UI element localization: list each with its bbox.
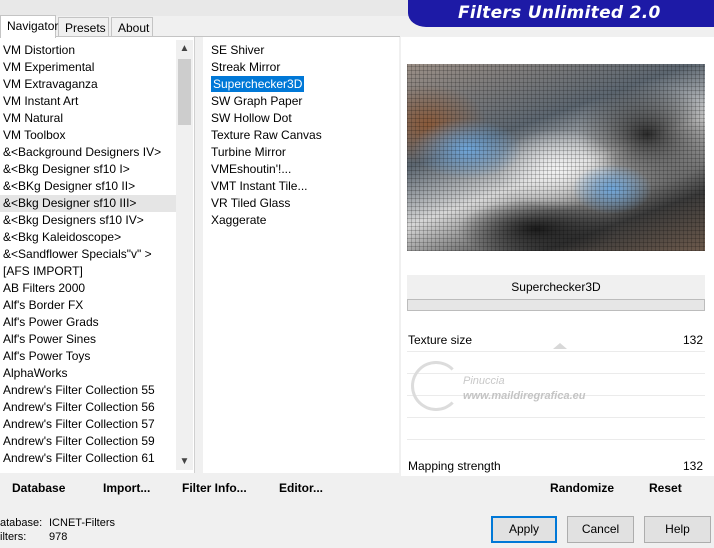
category-item[interactable]: Andrew's Filter Collection 59 [0, 433, 176, 450]
category-item[interactable]: VM Extravaganza [0, 76, 176, 93]
category-item[interactable]: AlphaWorks [0, 365, 176, 382]
filter-item[interactable]: Streak Mirror [203, 59, 399, 76]
category-item[interactable]: Alf's Power Toys [0, 348, 176, 365]
reset-button[interactable]: Reset [649, 481, 682, 495]
filter-items: SE Shiver Streak Mirror Superchecker3D SW G… [203, 42, 399, 229]
category-item[interactable]: VM Natural [0, 110, 176, 127]
filter-info-button[interactable]: Filter Info... [182, 481, 247, 495]
category-list[interactable]: VM Distortion VM Experimental VM Extravaga… [0, 37, 195, 473]
filter-item[interactable]: SE Shiver [203, 42, 399, 59]
category-item[interactable]: Andrew's Filter Collection 56 [0, 399, 176, 416]
help-button[interactable]: Help [644, 516, 711, 543]
control-texture-size[interactable]: Texture size 132 [407, 331, 705, 349]
app-title: Filters Unlimited 2.0 [458, 3, 661, 23]
watermark-swirl-icon [411, 361, 461, 411]
category-item[interactable]: VM Instant Art [0, 93, 176, 110]
cancel-button[interactable]: Cancel [567, 516, 634, 543]
database-button[interactable]: Database [12, 481, 65, 495]
control-label: Mapping strength [408, 459, 501, 473]
category-item[interactable]: VM Experimental [0, 59, 176, 76]
control-value: 132 [682, 333, 703, 347]
scroll-up-icon[interactable]: ▲ [176, 40, 193, 57]
randomize-button[interactable]: Randomize [550, 481, 614, 495]
category-item[interactable]: Alf's Border FX [0, 297, 176, 314]
filters-count-value: 978 [49, 531, 68, 543]
filter-controls: Texture size 132 Pinuccia www.maildiregr… [407, 331, 705, 475]
scroll-thumb[interactable] [178, 59, 191, 125]
database-label: atabase: [0, 517, 43, 529]
filter-item-label: Superchecker3D [211, 76, 305, 92]
filter-item[interactable]: VR Tiled Glass [203, 195, 399, 212]
category-item[interactable]: &<Bkg Kaleidoscope> [0, 229, 176, 246]
category-item[interactable]: &<Background Designers IV> [0, 144, 176, 161]
editor-button[interactable]: Editor... [279, 481, 323, 495]
control-label: Texture size [408, 333, 473, 347]
control-value: 132 [682, 459, 703, 473]
control-mapping-strength[interactable]: Mapping strength 132 [407, 457, 705, 475]
category-item[interactable]: Andrew's Filter Collection 57 [0, 416, 176, 433]
preview-panel: Superchecker3D Texture size 132 Pinuccia… [401, 37, 714, 503]
category-items: VM Distortion VM Experimental VM Extravaga… [0, 42, 176, 467]
category-item[interactable]: [AFS IMPORT] [0, 263, 176, 280]
category-item[interactable]: VM Distortion [0, 42, 176, 59]
watermark-line2: www.maildiregrafica.eu [463, 390, 586, 402]
slider-indicator-icon[interactable] [553, 343, 567, 349]
watermark-line1: Pinuccia [463, 375, 505, 387]
preview-image [407, 64, 705, 251]
category-item[interactable]: &<BKg Designer sf10 II> [0, 178, 176, 195]
category-item[interactable]: Andrew's Filter Collection 61 [0, 450, 176, 467]
filter-item[interactable]: Xaggerate [203, 212, 399, 229]
filter-name-label: Superchecker3D [407, 275, 705, 299]
filter-item[interactable]: SW Hollow Dot [203, 110, 399, 127]
preview-texture [407, 64, 705, 251]
title-banner: Filters Unlimited 2.0 [408, 0, 714, 32]
tab-presets[interactable]: Presets [58, 17, 109, 37]
filter-item[interactable]: VMEshoutin'!... [203, 161, 399, 178]
scroll-down-icon[interactable]: ▼ [176, 453, 193, 470]
category-item[interactable]: AB Filters 2000 [0, 280, 176, 297]
category-item[interactable]: &<Bkg Designer sf10 III> [0, 195, 176, 212]
category-item[interactable]: Alf's Power Sines [0, 331, 176, 348]
filters-count-label: ilters: [0, 531, 27, 543]
category-item[interactable]: &<Bkg Designer sf10 I> [0, 161, 176, 178]
category-scrollbar[interactable]: ▲ ▼ [176, 40, 193, 470]
tab-navigator[interactable]: Navigator [0, 15, 58, 38]
filter-item[interactable]: VMT Instant Tile... [203, 178, 399, 195]
category-item[interactable]: &<Sandflower Specials"v" > [0, 246, 176, 263]
right-toolbar: Randomize Reset [401, 476, 714, 503]
progress-bar [407, 299, 705, 311]
import-button[interactable]: Import... [103, 481, 150, 495]
control-divider [407, 439, 705, 440]
filter-item[interactable]: SW Graph Paper [203, 93, 399, 110]
left-toolbar: Database Import... Filter Info... Editor… [0, 476, 400, 503]
filter-item[interactable]: Turbine Mirror [203, 144, 399, 161]
category-item[interactable]: Alf's Power Grads [0, 314, 176, 331]
tab-bar: Navigator Presets About [0, 15, 400, 38]
filter-item[interactable]: Superchecker3D [203, 76, 399, 93]
watermark: Pinuccia www.maildiregrafica.eu [411, 361, 631, 417]
filter-list[interactable]: SE Shiver Streak Mirror Superchecker3D SW G… [203, 37, 399, 473]
control-divider [407, 417, 705, 418]
database-value: ICNET-Filters [49, 517, 115, 529]
control-divider [407, 351, 705, 352]
category-item[interactable]: VM Toolbox [0, 127, 176, 144]
category-item[interactable]: Andrew's Filter Collection 55 [0, 382, 176, 399]
tab-about[interactable]: About [111, 17, 153, 37]
apply-button[interactable]: Apply [491, 516, 557, 543]
category-item[interactable]: &<Bkg Designers sf10 IV> [0, 212, 176, 229]
filter-item[interactable]: Texture Raw Canvas [203, 127, 399, 144]
